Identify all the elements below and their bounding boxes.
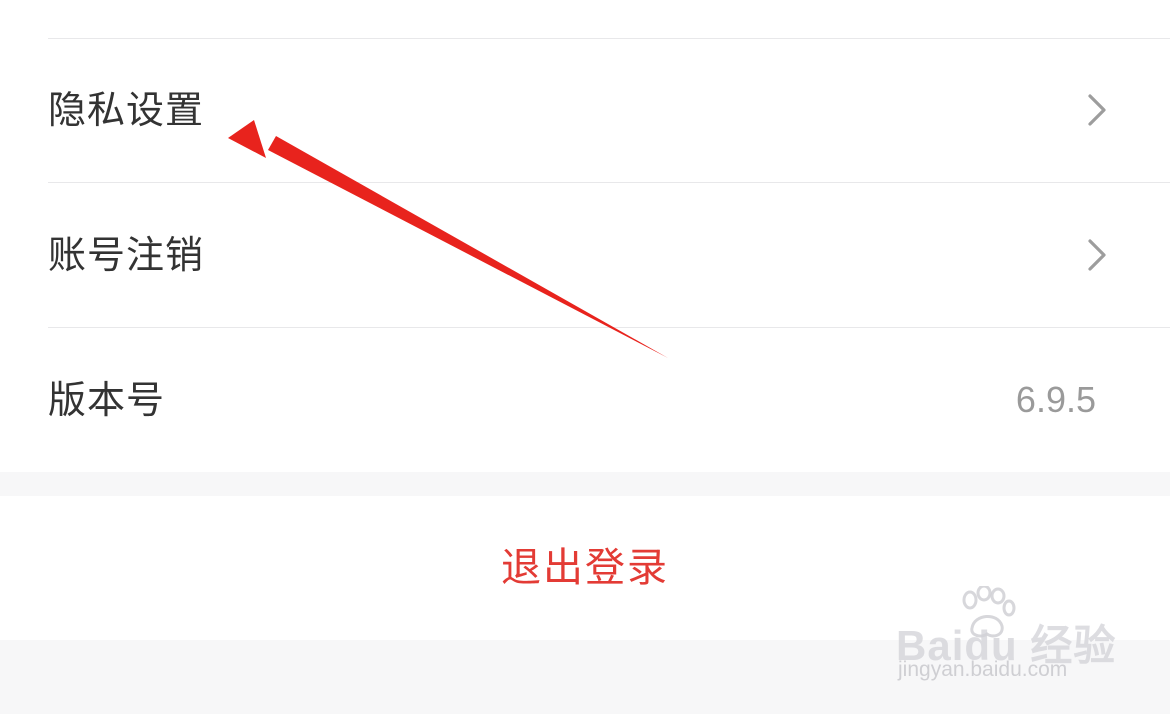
privacy-settings-label: 隐私设置 bbox=[48, 88, 205, 132]
version-value: 6.9.5 bbox=[1015, 379, 1096, 420]
logout-label: 退出登录 bbox=[501, 545, 669, 591]
chevron-right-icon bbox=[1088, 239, 1106, 271]
version-row: 版本号 6.9.5 bbox=[0, 328, 1170, 472]
chevron-right-icon bbox=[1088, 94, 1106, 126]
privacy-settings-row[interactable]: 隐私设置 bbox=[0, 38, 1170, 182]
logout-button[interactable]: 退出登录 bbox=[0, 496, 1170, 640]
account-deletion-label: 账号注销 bbox=[48, 233, 205, 277]
section-gap bbox=[0, 472, 1170, 496]
watermark-url: jingyan.baidu.com bbox=[898, 658, 1068, 681]
settings-screen: 隐私设置 账号注销 版本号 6.9.5 退出登录 Baidu 经验 jingya… bbox=[0, 0, 1170, 714]
version-label: 版本号 bbox=[48, 378, 166, 422]
account-deletion-row[interactable]: 账号注销 bbox=[0, 183, 1170, 327]
settings-list: 隐私设置 账号注销 版本号 6.9.5 bbox=[0, 0, 1170, 472]
